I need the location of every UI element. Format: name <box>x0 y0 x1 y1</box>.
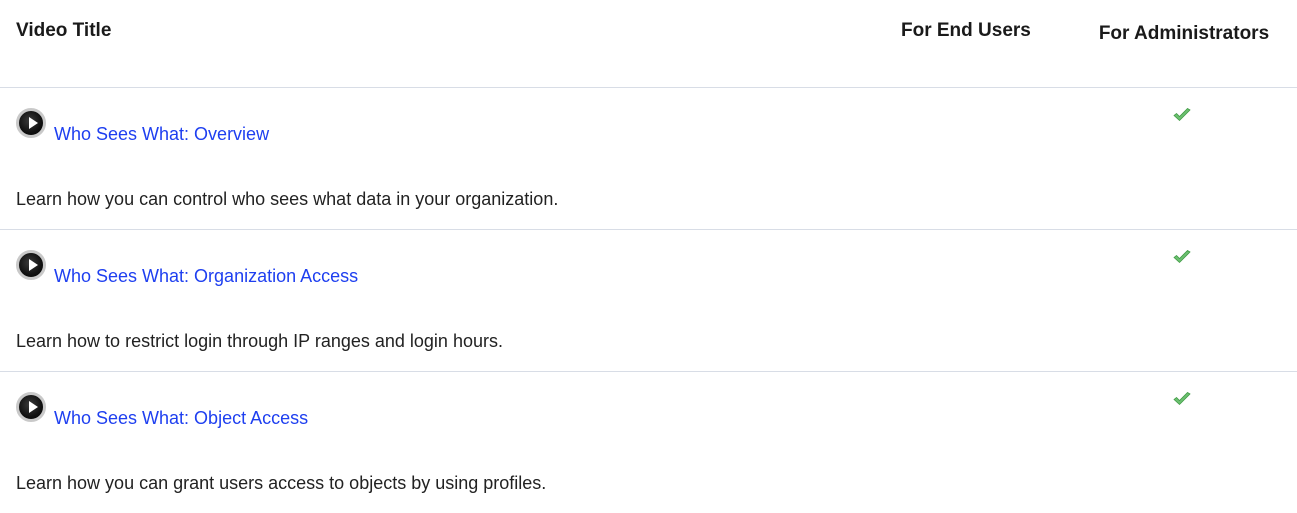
header-for-administrators: For Administrators <box>1098 23 1270 44</box>
video-description: Learn how you can control who sees what … <box>16 189 559 209</box>
video-description: Learn how you can grant users access to … <box>16 473 547 493</box>
checkmark-icon <box>1173 108 1191 122</box>
video-link-overview[interactable]: Who Sees What: Overview <box>54 124 269 145</box>
video-description: Learn how to restrict login through IP r… <box>16 331 503 351</box>
video-link-organization-access[interactable]: Who Sees What: Organization Access <box>54 266 358 287</box>
checkmark-icon <box>1173 392 1191 406</box>
video-link-object-access[interactable]: Who Sees What: Object Access <box>54 408 308 429</box>
header-video-title: Video Title <box>16 20 112 41</box>
table-header-row: Video Title For End Users For Administra… <box>0 0 1297 88</box>
play-video-icon[interactable] <box>16 392 46 422</box>
play-video-icon[interactable] <box>16 250 46 280</box>
play-video-icon[interactable] <box>16 108 46 138</box>
video-table: Video Title For End Users For Administra… <box>0 0 1297 513</box>
table-row: Who Sees What: Object Access Learn how y… <box>0 372 1297 513</box>
table-row: Who Sees What: Overview Learn how you ca… <box>0 88 1297 230</box>
checkmark-icon <box>1173 250 1191 264</box>
header-for-end-users: For End Users <box>901 20 1031 41</box>
table-row: Who Sees What: Organization Access Learn… <box>0 230 1297 372</box>
